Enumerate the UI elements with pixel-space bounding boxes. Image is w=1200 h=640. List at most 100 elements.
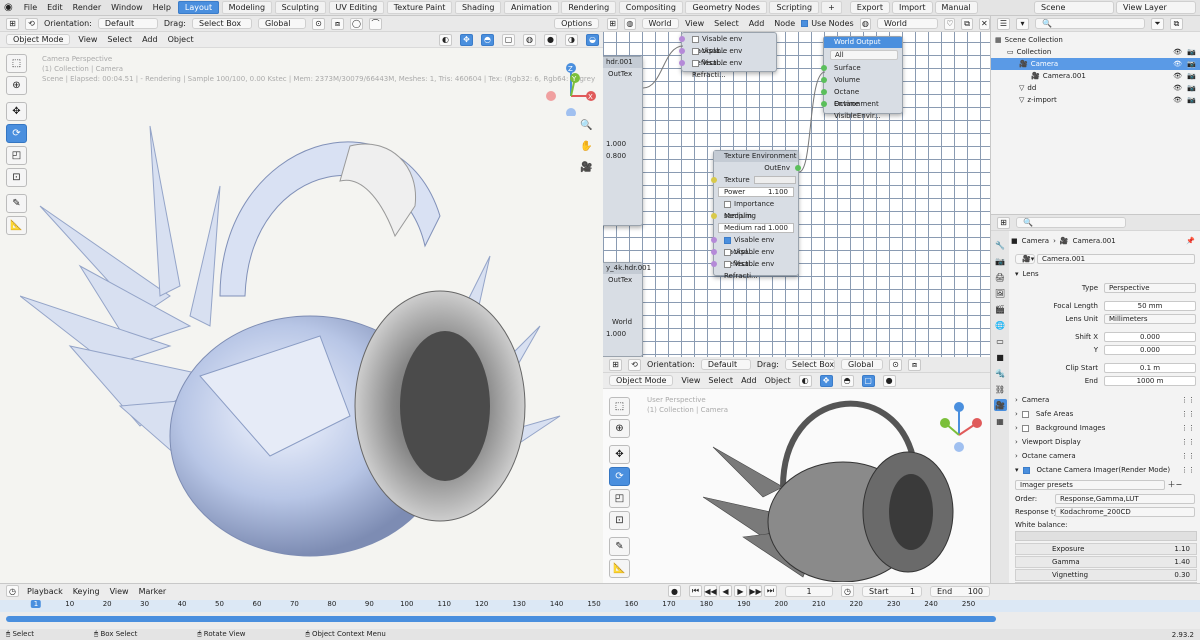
camera-data-tab-icon[interactable]: 🎥 (993, 399, 1007, 411)
viewport-menu-select[interactable]: Select (107, 35, 132, 44)
transform-dropdown[interactable]: Global (257, 18, 306, 29)
prop-field[interactable]: 50 mm (1104, 300, 1196, 311)
orientation-dropdown[interactable]: Default (97, 18, 158, 29)
tab-scripting[interactable]: Scripting (769, 1, 820, 14)
pan-icon[interactable]: ✋ (580, 141, 592, 152)
xray-2-icon[interactable]: ▢ (861, 374, 875, 387)
render-camera-icon[interactable]: 📷 (1187, 58, 1196, 70)
shading-wire-icon[interactable]: ◍ (523, 33, 536, 46)
filter-icon[interactable]: ⏷ (1151, 17, 1164, 30)
jump-end-icon[interactable]: ⏭ (764, 585, 777, 597)
outliner-item[interactable]: 🎥 Camera.001 👁 📷 (991, 70, 1200, 82)
snap-icon[interactable]: ⧈ (330, 17, 344, 30)
imager-field[interactable]: Gamma 1.40 (1015, 556, 1197, 568)
drag-handle-icon[interactable]: ⋮⋮ (1181, 396, 1195, 404)
play-icon[interactable]: ▶ (734, 585, 747, 597)
render-camera-icon[interactable]: 📷 (1187, 82, 1196, 94)
lens-section-header[interactable]: ▾ Lens (1011, 267, 1200, 281)
viewport2-menu-add[interactable]: Add (741, 376, 757, 385)
scene-selector[interactable]: Scene (1034, 1, 1114, 14)
add-workspace-button[interactable]: + (821, 1, 842, 14)
scene-tab-icon[interactable]: 🎬 (994, 303, 1007, 315)
frame-ruler[interactable]: 1 10 20 30 40 50 60 70 80 90 100 110 120 130 140 150 160… (0, 600, 1200, 612)
order-dropdown[interactable]: Response,Gamma,LUT (1055, 493, 1195, 504)
zoom-icon[interactable]: 🔍 (580, 120, 592, 131)
outliner-search-field[interactable]: 🔍 (1035, 18, 1145, 29)
imager-presets-dropdown[interactable]: Imager presets (1015, 480, 1165, 490)
render-camera-icon[interactable]: 📷 (1187, 70, 1196, 82)
play-reverse-icon[interactable]: ◀ (719, 585, 732, 597)
orientation-2-icon[interactable]: ⟲ (628, 358, 641, 371)
end-frame-field[interactable]: End 100 (930, 585, 990, 597)
orientation-2-dropdown[interactable]: Default (700, 359, 751, 370)
tab-compositing[interactable]: Compositing (618, 1, 683, 14)
transform-2-dropdown[interactable]: Global (840, 359, 883, 370)
outliner-item[interactable]: ▦ Scene Collection (991, 34, 1200, 46)
drag-handle-icon[interactable]: ⋮⋮ (1181, 452, 1195, 460)
section-header[interactable]: › Viewport Display ⋮⋮ (1011, 435, 1200, 449)
annotate-tool-2-icon[interactable]: ✎ (609, 537, 630, 556)
drag-2-dropdown[interactable]: Select Box (784, 359, 835, 370)
section-header[interactable]: › Background Images ⋮⋮ (1011, 421, 1200, 435)
falloff-icon[interactable]: ⌒ (368, 17, 382, 30)
properties-type-icon[interactable]: ⊞ (997, 216, 1010, 229)
viewport2-menu-object[interactable]: Object (765, 376, 791, 385)
cursor-tool-icon[interactable]: ⊕ (6, 76, 27, 95)
menu-edit[interactable]: Edit (42, 3, 68, 12)
outliner[interactable]: ☰ ▾ 🔍 ⏷ ⧉ ▦ Scene Collection ▭ Collection… (990, 16, 1200, 214)
tab-modeling[interactable]: Modeling (221, 1, 273, 14)
section-checkbox[interactable] (1021, 424, 1029, 432)
tab-geometry-nodes[interactable]: Geometry Nodes (685, 1, 767, 14)
viewport-menu-view[interactable]: View (78, 35, 97, 44)
visibility-icon[interactable]: ◐ (439, 33, 452, 46)
visibility-eye-icon[interactable]: 👁 (1173, 58, 1182, 70)
shading-material-icon[interactable]: ◑ (565, 33, 578, 46)
response-dropdown[interactable]: Kodachrome_200CD (1055, 506, 1195, 517)
imager-field[interactable]: Exposure 1.10 (1015, 543, 1197, 555)
node-editor[interactable]: ⊞ ◍ World View Select Add Node Use Nodes ◍ … (603, 16, 990, 357)
tab-layout[interactable]: Layout (177, 1, 220, 14)
cursor-tool-2-icon[interactable]: ⊕ (609, 419, 630, 438)
new-collection-icon[interactable]: ⧉ (1170, 17, 1183, 30)
object-tab-icon[interactable]: ■ (994, 351, 1007, 363)
prop-field[interactable]: 0.1 m (1104, 362, 1196, 373)
record-icon[interactable]: ● (668, 585, 681, 597)
timeline-type-icon[interactable]: ◷ (6, 585, 19, 597)
properties-editor[interactable]: ⊞ 🔍 🔧 📷 🖨 🖼 🎬 🌐 ▭ ■ 🔩 ⛓ 🎥 ▦ ■ Camera › 🎥… (990, 214, 1200, 594)
transform-orientation-icon[interactable]: ⟲ (25, 17, 38, 30)
drag-handle-icon[interactable]: ⋮⋮ (1181, 424, 1195, 432)
tool-settings-2-icon[interactable]: ⊞ (609, 358, 622, 371)
visibility-eye-icon[interactable]: 👁 (1173, 94, 1182, 106)
view-layer-selector[interactable]: View Layer (1116, 1, 1196, 14)
tab-animation[interactable]: Animation (504, 1, 559, 14)
snap-2-icon[interactable]: ⧈ (907, 358, 921, 371)
prev-key-icon[interactable]: ◀◀ (704, 585, 717, 597)
import-button[interactable]: Import (891, 1, 933, 14)
mode-dropdown[interactable]: Object Mode (6, 34, 71, 45)
render-camera-icon[interactable]: 📷 (1187, 46, 1196, 58)
menu-help[interactable]: Help (148, 3, 176, 12)
remove-preset-icon[interactable]: − (1176, 480, 1183, 489)
outliner-item[interactable]: ▽ dd 👁 📷 (991, 82, 1200, 94)
viewport-menu-add[interactable]: Add (142, 35, 158, 44)
viewport2-menu-view[interactable]: View (681, 376, 700, 385)
visibility-eye-icon[interactable]: 👁 (1173, 82, 1182, 94)
tool-tab-icon[interactable]: 🔧 (994, 239, 1007, 251)
manual-button[interactable]: Manual (934, 1, 978, 14)
render-tab-icon[interactable]: 📷 (994, 255, 1007, 267)
timeline-scrollbar[interactable] (6, 616, 996, 622)
texture-tab-icon[interactable]: ▦ (994, 415, 1007, 427)
collection-tab-icon[interactable]: ▭ (994, 335, 1007, 347)
timeline-menu-marker[interactable]: Marker (139, 587, 167, 596)
view-layer-tab-icon[interactable]: 🖼 (994, 287, 1007, 299)
overlay-icon[interactable]: ◓ (481, 33, 494, 46)
add-preset-icon[interactable]: ＋ (1168, 480, 1176, 489)
timeline-menu-keying[interactable]: Keying (73, 587, 100, 596)
rotate-tool-2-icon[interactable]: ⟳ (609, 467, 630, 486)
xray-icon[interactable]: ▢ (502, 33, 515, 46)
white-balance-swatch[interactable] (1015, 531, 1197, 541)
section-checkbox[interactable] (1022, 466, 1030, 474)
drag-handle-icon[interactable]: ⋮⋮ (1181, 410, 1195, 418)
shading-2-icon[interactable]: ● (882, 374, 896, 387)
prop-field[interactable]: Perspective (1104, 282, 1196, 293)
